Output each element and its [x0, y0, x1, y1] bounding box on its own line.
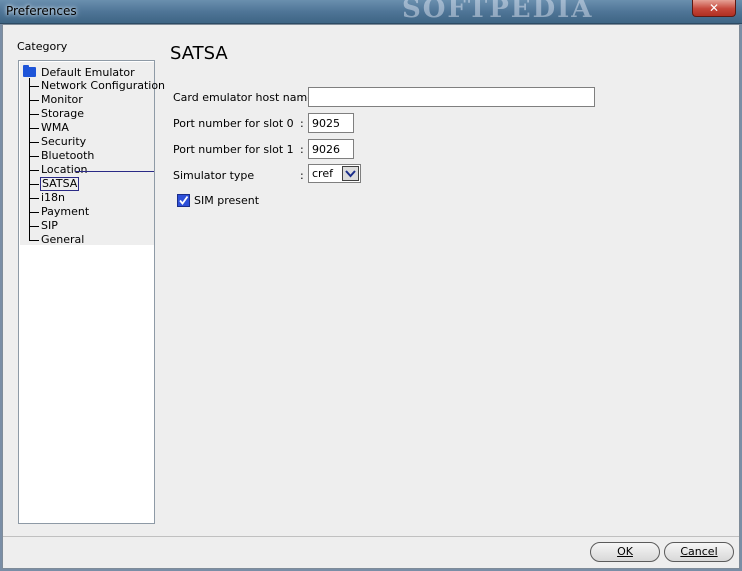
- tree-connector: [29, 100, 39, 101]
- tree-connector: [29, 142, 39, 143]
- window-title: Preferences: [6, 4, 77, 18]
- chevron-down-icon: [345, 169, 356, 177]
- slot0-input[interactable]: [308, 113, 354, 133]
- close-button[interactable]: ✕: [692, 0, 736, 17]
- tree-connector: [29, 184, 39, 185]
- tree-item-location[interactable]: Location: [40, 163, 89, 177]
- simulator-type-colon: :: [300, 169, 304, 182]
- tree-item-network-configuration[interactable]: Network Configuration: [40, 79, 166, 93]
- preferences-window: Category Default Emulator Network Config…: [2, 24, 740, 569]
- category-tree[interactable]: Default Emulator Network Configuration M…: [18, 60, 165, 524]
- slot1-colon: :: [300, 143, 304, 156]
- tree-connector: [29, 114, 39, 115]
- ok-button[interactable]: OK: [590, 542, 660, 562]
- tree-item-payment[interactable]: Payment: [40, 205, 90, 219]
- tree-item-default-emulator[interactable]: Default Emulator: [23, 65, 135, 80]
- tree-connector: [29, 78, 30, 240]
- tree-item-bluetooth[interactable]: Bluetooth: [40, 149, 95, 163]
- title-bar[interactable]: Preferences SOFTPEDIA ✕: [0, 0, 742, 24]
- simulator-type-label: Simulator type: [173, 169, 255, 182]
- tree-connector: [29, 198, 39, 199]
- tree-connector: [29, 226, 39, 227]
- tree-item-wma[interactable]: WMA: [40, 121, 70, 135]
- simulator-type-value: cref: [312, 167, 333, 180]
- tree-item-monitor[interactable]: Monitor: [40, 93, 84, 107]
- tree-item-i18n[interactable]: i18n: [40, 191, 66, 205]
- check-icon: [179, 195, 189, 205]
- slot0-label: Port number for slot 0: [173, 117, 294, 130]
- sim-present-checkbox[interactable]: [177, 194, 190, 207]
- tree-connector: [29, 128, 39, 129]
- tree-item-sip[interactable]: SIP: [40, 219, 59, 233]
- dropdown-button[interactable]: [342, 166, 359, 181]
- tree-item-security[interactable]: Security: [40, 135, 87, 149]
- tree-item-general[interactable]: General: [40, 233, 85, 247]
- host-label: Card emulator host name: [173, 91, 314, 104]
- tree-connector: [29, 170, 39, 171]
- page-title: SATSA: [170, 43, 228, 64]
- host-colon: :: [300, 91, 304, 104]
- close-icon: ✕: [708, 1, 720, 15]
- watermark: SOFTPEDIA: [402, 0, 594, 24]
- slot1-input[interactable]: [308, 139, 354, 159]
- tree-connector: [29, 86, 39, 87]
- selection-underline: [75, 171, 154, 172]
- tree-connector: [29, 212, 39, 213]
- host-input[interactable]: [308, 87, 595, 107]
- folder-icon: [23, 65, 36, 77]
- cancel-button[interactable]: Cancel: [664, 542, 734, 562]
- sim-present-label: SIM present: [194, 194, 260, 207]
- divider: [3, 536, 739, 537]
- tree-item-satsa[interactable]: SATSA: [40, 177, 80, 191]
- tree-root-label: Default Emulator: [41, 66, 135, 79]
- slot1-label: Port number for slot 1: [173, 143, 294, 156]
- category-heading: Category: [17, 40, 68, 53]
- tree-item-storage[interactable]: Storage: [40, 107, 85, 121]
- tree-connector: [29, 156, 39, 157]
- slot0-colon: :: [300, 117, 304, 130]
- simulator-type-select[interactable]: cref: [308, 164, 361, 183]
- tree-connector: [29, 240, 39, 241]
